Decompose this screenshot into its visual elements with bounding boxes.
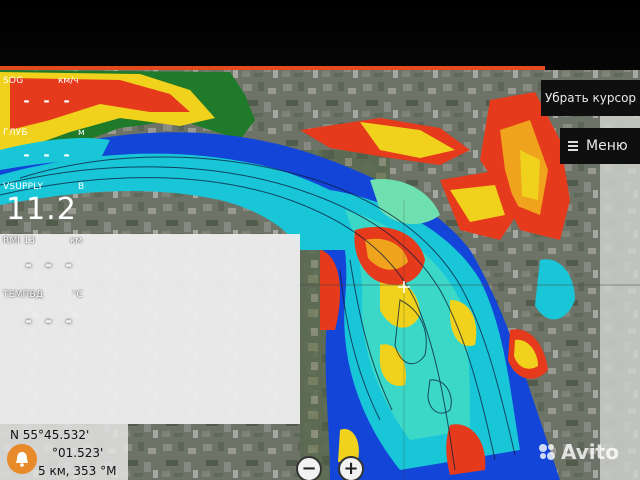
depth-value: - - - xyxy=(22,146,73,164)
avito-dots-icon xyxy=(539,444,555,460)
data-box-sog[interactable]: SOG км/ч - - - xyxy=(0,74,100,118)
sog-value: - - - xyxy=(22,92,73,110)
data-box-rmi[interactable]: RMI 13 км - - - xyxy=(0,234,300,286)
vsupply-unit: В xyxy=(78,182,85,192)
vsupply-value: 11.2 xyxy=(6,192,77,227)
vsupply-label: VSUPPLY xyxy=(3,182,44,192)
bell-alarm-icon[interactable] xyxy=(7,444,37,474)
chartplotter-screen: SOG км/ч - - - ГЛУБ м - - - VSUPPLY В 11… xyxy=(0,0,640,480)
zoom-out-label: − xyxy=(301,458,317,479)
menu-button[interactable]: Меню xyxy=(560,128,640,164)
depth-unit: м xyxy=(78,128,85,138)
rmi-value: - - - xyxy=(24,256,75,274)
watermark-text: Avito xyxy=(561,440,619,464)
zoom-out-button[interactable]: − xyxy=(296,456,322,480)
depth-label: ГЛУБ xyxy=(3,128,28,138)
cursor-longitude: °01.523' xyxy=(52,446,104,460)
water-temp-unit: °C xyxy=(72,290,83,300)
rmi-unit: км xyxy=(70,236,83,246)
screen-edge-accent xyxy=(0,66,545,70)
sog-unit: км/ч xyxy=(58,76,79,86)
remove-cursor-button[interactable]: Убрать курсор xyxy=(541,80,640,116)
data-box-vsupply[interactable]: VSUPPLY В 11.2 xyxy=(0,180,100,232)
water-temp-value: - - - xyxy=(24,312,75,330)
data-box-water-temp[interactable]: ТЕМПВД °C - - - xyxy=(0,286,300,424)
remove-cursor-label: Убрать курсор xyxy=(544,91,637,105)
menu-label: Меню xyxy=(586,138,628,154)
data-box-depth[interactable]: ГЛУБ м - - - xyxy=(0,126,100,170)
cursor-range-bearing: 5 км, 353 °М xyxy=(38,464,117,478)
cursor-latitude: N 55°45.532' xyxy=(10,428,90,442)
water-temp-label: ТЕМПВД xyxy=(3,290,44,300)
zoom-in-label: + xyxy=(343,458,359,479)
screen-bezel-top xyxy=(0,0,640,70)
zoom-in-button[interactable]: + xyxy=(338,456,364,480)
watermark: Avito xyxy=(537,440,619,464)
rmi-label: RMI 13 xyxy=(3,236,36,246)
sog-label: SOG xyxy=(3,76,24,86)
hamburger-menu-icon xyxy=(568,139,578,153)
